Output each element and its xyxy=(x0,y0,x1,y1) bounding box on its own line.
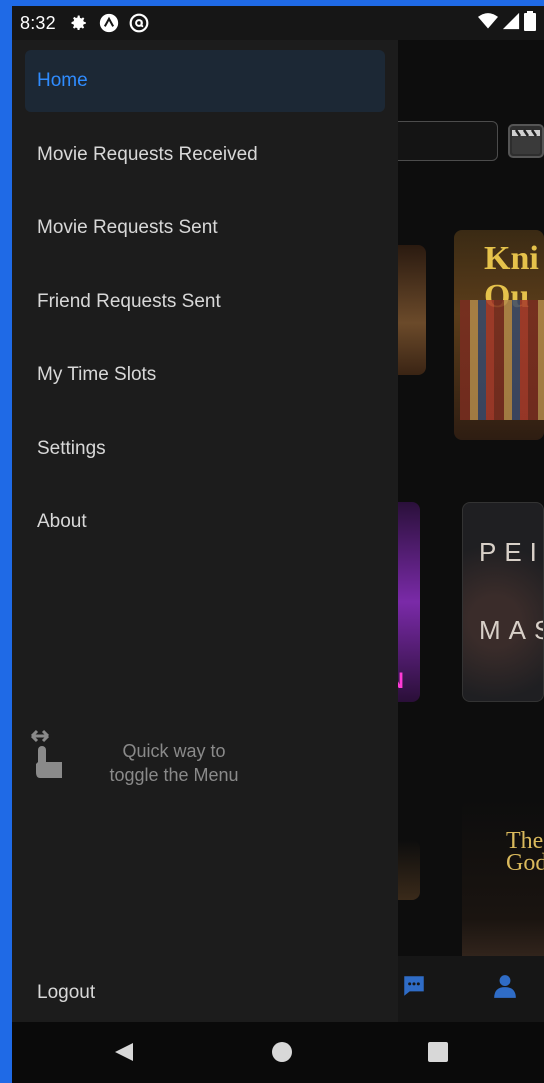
navigation-drawer: Home Movie Requests Received Movie Reque… xyxy=(12,40,398,1022)
wifi-icon xyxy=(478,12,498,35)
drawer-item-label: My Time Slots xyxy=(37,364,157,385)
swipe-hand-icon xyxy=(30,728,70,788)
drawer-item-my-time-slots[interactable]: My Time Slots xyxy=(25,344,385,406)
status-bar: 8:32 xyxy=(12,6,544,40)
hint-line: Quick way to xyxy=(122,741,226,761)
drawer-item-settings[interactable]: Settings xyxy=(25,418,385,480)
drawer-item-label: Friend Requests Sent xyxy=(37,291,221,312)
logout-button[interactable]: Logout xyxy=(25,962,385,1024)
recents-icon[interactable] xyxy=(418,1032,458,1072)
poster-title: PEI xyxy=(479,537,544,567)
battery-icon xyxy=(524,10,536,36)
logout-label: Logout xyxy=(37,982,96,1003)
status-time: 8:32 xyxy=(20,12,56,33)
poster-title: MAS xyxy=(479,615,543,645)
poster-title: The Godf xyxy=(506,828,544,876)
system-nav-bar xyxy=(12,1022,544,1083)
app-a-icon xyxy=(98,12,120,34)
movie-poster[interactable]: PEI MAS xyxy=(462,502,544,702)
drawer-item-label: Home xyxy=(37,70,88,91)
drawer-item-home[interactable]: Home xyxy=(25,50,385,112)
drawer-item-label: Movie Requests Sent xyxy=(37,217,218,238)
profile-icon[interactable] xyxy=(491,972,519,1000)
chat-icon[interactable] xyxy=(400,972,428,1000)
drawer-item-movie-requests-received[interactable]: Movie Requests Received xyxy=(25,124,385,186)
back-icon[interactable] xyxy=(104,1032,144,1072)
clapperboard-icon[interactable] xyxy=(508,124,544,158)
status-right xyxy=(478,10,536,36)
drawer-item-about[interactable]: About xyxy=(25,491,385,553)
movie-poster[interactable]: The Godf xyxy=(462,800,544,970)
gear-icon xyxy=(68,12,90,34)
at-icon xyxy=(128,12,150,34)
hint-text: Quick way to toggle the Menu xyxy=(84,739,264,787)
drawer-item-movie-requests-sent[interactable]: Movie Requests Sent xyxy=(25,197,385,259)
movie-poster[interactable]: Kni Ou xyxy=(454,230,544,440)
drawer-item-label: Movie Requests Received xyxy=(37,144,258,165)
menu-toggle-hint: Quick way to toggle the Menu xyxy=(30,728,390,808)
phone-screen: 8:32 Kni Ou PEI MA The God Home Movie Re… xyxy=(12,6,544,1083)
drawer-item-label: About xyxy=(37,511,87,532)
hint-line: toggle the Menu xyxy=(109,765,239,785)
home-icon[interactable] xyxy=(262,1032,302,1072)
drawer-item-label: Settings xyxy=(37,438,106,459)
drawer-item-friend-requests-sent[interactable]: Friend Requests Sent xyxy=(25,271,385,333)
signal-icon xyxy=(502,12,520,35)
poster-art xyxy=(460,300,544,420)
